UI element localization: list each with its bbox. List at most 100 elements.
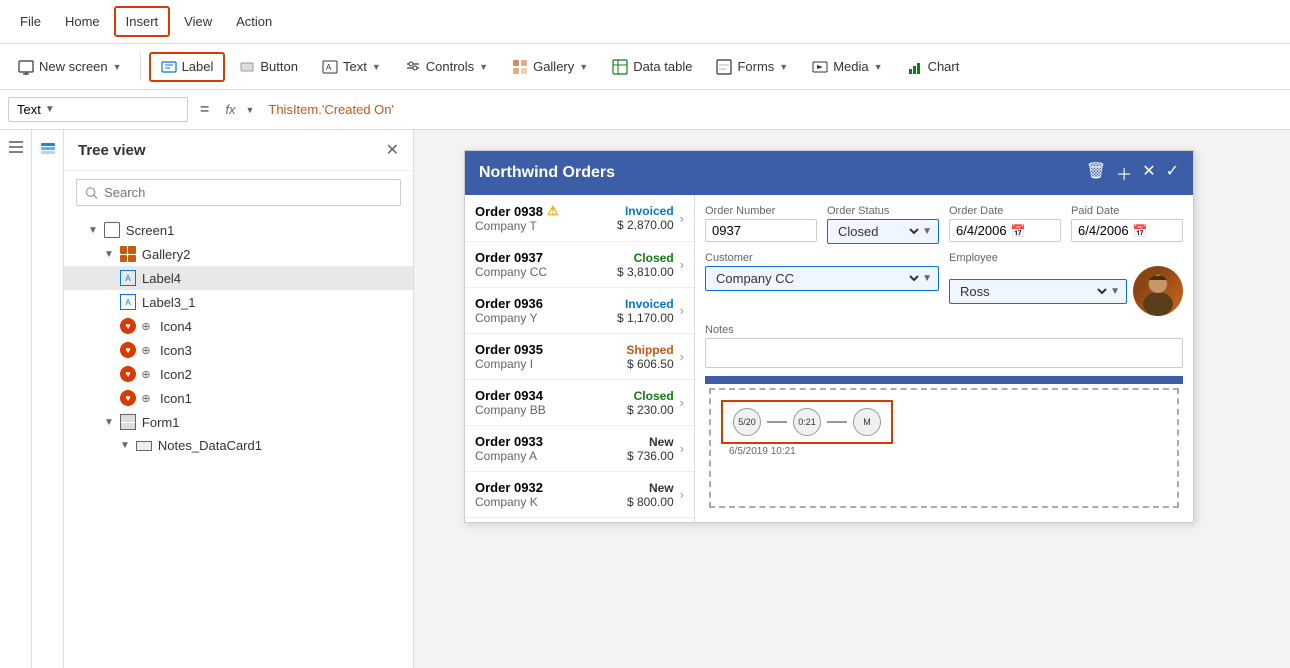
icon4-label: Icon4 xyxy=(160,319,192,334)
tree-item-label4[interactable]: A Label4 xyxy=(64,266,413,290)
tree-item-icon3[interactable]: ♥ ⊕ Icon3 xyxy=(64,338,413,362)
customer-select[interactable]: Company CC xyxy=(712,270,922,287)
button-tool-button[interactable]: Button xyxy=(229,54,308,80)
gallery-item-0934-order: Order 0934 xyxy=(475,388,627,403)
notes-datacard1-chevron: ▼ xyxy=(120,440,130,451)
formula-dropdown-label: Text xyxy=(17,102,41,117)
icon4-badge: ♥ xyxy=(120,318,136,334)
paid-date-value[interactable]: 6/4/2006 📅 xyxy=(1071,219,1183,242)
warning-icon-0938: ⚠ xyxy=(547,203,559,219)
gallery-item-0937-status: Closed xyxy=(617,251,674,265)
icon4-move: ⊕ xyxy=(138,318,154,334)
menu-file[interactable]: File xyxy=(10,8,51,35)
employee-select[interactable]: Ross xyxy=(956,283,1110,300)
layers-icon[interactable] xyxy=(39,138,57,159)
toolbar: New screen ▼ Label Button A Text ▼ xyxy=(0,44,1290,90)
icon3-badge: ♥ xyxy=(120,342,136,358)
notes-input[interactable] xyxy=(705,338,1183,368)
order-status-label: Order Status xyxy=(827,205,939,217)
icon1-label: Icon1 xyxy=(160,391,192,406)
formula-dropdown[interactable]: Text ▼ xyxy=(8,97,188,122)
gallery-item-0937-left: Order 0937 Company CC xyxy=(475,250,617,279)
gallery-chevron: ▼ xyxy=(579,62,588,72)
canvas-area: Northwind Orders 🗑 ＋ ✕ ✓ Order 09 xyxy=(414,130,1290,668)
new-screen-chevron: ▼ xyxy=(113,62,122,72)
customer-chevron: ▼ xyxy=(922,273,932,284)
menu-home[interactable]: Home xyxy=(55,8,110,35)
chart-button[interactable]: Chart xyxy=(897,54,970,80)
gallery-item-0936[interactable]: Order 0936 Company Y Invoiced $ 1,170.00… xyxy=(465,288,694,334)
tree-search-container xyxy=(76,179,401,206)
plus-icon[interactable]: ＋ xyxy=(1116,161,1132,185)
timeline-node-2: 0:21 xyxy=(793,408,821,436)
timeline-connector-1 xyxy=(767,421,787,423)
sidebar-toggle[interactable] xyxy=(0,130,32,668)
tree-item-icon4[interactable]: ♥ ⊕ Icon4 xyxy=(64,314,413,338)
data-table-label: Data table xyxy=(633,59,692,74)
formula-content[interactable]: ThisItem.'Created On' xyxy=(260,98,1282,121)
tree-item-icon2[interactable]: ♥ ⊕ Icon2 xyxy=(64,362,413,386)
gallery-item-0932-left: Order 0932 Company K xyxy=(475,480,627,509)
screen1-chevron: ▼ xyxy=(88,225,98,236)
label3-1-icon: A xyxy=(120,294,136,310)
gallery-arrow-0936: › xyxy=(680,303,684,318)
customer-select-wrapper[interactable]: Company CC ▼ xyxy=(705,266,939,291)
new-screen-button[interactable]: New screen ▼ xyxy=(8,54,132,80)
trash-icon[interactable]: 🗑 xyxy=(1086,161,1106,185)
media-icon xyxy=(812,59,828,75)
gallery-arrow-0932: › xyxy=(680,487,684,502)
menu-insert[interactable]: Insert xyxy=(114,6,171,37)
text-tool-button[interactable]: A Text ▼ xyxy=(312,54,391,80)
data-table-button[interactable]: Data table xyxy=(602,54,702,80)
gallery-item-0934-status: Closed xyxy=(627,389,674,403)
tree-item-gallery2[interactable]: ▼ Gallery2 xyxy=(64,242,413,266)
employee-avatar xyxy=(1133,266,1183,316)
close-icon[interactable]: ✕ xyxy=(1142,161,1155,185)
label-button[interactable]: Label xyxy=(149,52,226,82)
gallery-item-0933-right: New $ 736.00 xyxy=(627,435,674,463)
svg-text:A: A xyxy=(326,63,332,72)
gallery-item-0935[interactable]: Order 0935 Company I Shipped $ 606.50 › xyxy=(465,334,694,380)
data-table-icon xyxy=(612,59,628,75)
menu-action[interactable]: Action xyxy=(226,8,282,35)
gallery-item-0937-company: Company CC xyxy=(475,265,617,279)
gallery-item-0935-company: Company I xyxy=(475,357,626,371)
timeline-selected-box: 5/20 0:21 M xyxy=(721,400,893,444)
forms-button[interactable]: Forms ▼ xyxy=(706,54,798,80)
menu-view[interactable]: View xyxy=(174,8,222,35)
tree-item-label3-1[interactable]: A Label3_1 xyxy=(64,290,413,314)
employee-select-wrapper[interactable]: Ross ▼ xyxy=(949,279,1127,304)
check-icon[interactable]: ✓ xyxy=(1166,161,1179,185)
gallery-button[interactable]: Gallery ▼ xyxy=(502,54,598,80)
gallery2-label: Gallery2 xyxy=(142,247,190,262)
controls-icon xyxy=(405,59,421,75)
tree-close-button[interactable]: ✕ xyxy=(386,140,399,160)
search-input[interactable] xyxy=(104,185,392,200)
timeline-node-1: 5/20 xyxy=(733,408,761,436)
order-number-value: 0937 xyxy=(705,219,817,242)
gallery-list: Order 0938 ⚠ Company T Invoiced $ 2,870.… xyxy=(465,195,695,522)
tree-item-screen1[interactable]: ▼ Screen1 xyxy=(64,218,413,242)
notes-field: Notes xyxy=(705,324,1183,368)
tree-item-notes-datacard1[interactable]: ▼ Notes_DataCard1 xyxy=(64,434,413,457)
forms-chevron: ▼ xyxy=(779,62,788,72)
gallery-arrow-0933: › xyxy=(680,441,684,456)
gallery-item-0938[interactable]: Order 0938 ⚠ Company T Invoiced $ 2,870.… xyxy=(465,195,694,242)
icon2-icons: ♥ ⊕ xyxy=(120,366,154,382)
gallery-item-0933[interactable]: Order 0933 Company A New $ 736.00 › xyxy=(465,426,694,472)
gallery-item-0937[interactable]: Order 0937 Company CC Closed $ 3,810.00 … xyxy=(465,242,694,288)
order-status-chevron: ▼ xyxy=(922,226,932,237)
order-status-select[interactable]: Closed xyxy=(834,223,922,240)
detail-row-2: Customer Company CC ▼ Employee xyxy=(705,252,1183,316)
controls-button[interactable]: Controls ▼ xyxy=(395,54,498,80)
media-button[interactable]: Media ▼ xyxy=(802,54,892,80)
order-status-select-wrapper[interactable]: Closed ▼ xyxy=(827,219,939,244)
order-date-value[interactable]: 6/4/2006 📅 xyxy=(949,219,1061,242)
gallery-arrow-0938: › xyxy=(680,211,684,226)
tree-item-icon1[interactable]: ♥ ⊕ Icon1 xyxy=(64,386,413,410)
tree-item-form1[interactable]: ▼ Form1 xyxy=(64,410,413,434)
formula-fx-label: fx xyxy=(221,102,239,117)
gallery-item-0934[interactable]: Order 0934 Company BB Closed $ 230.00 › xyxy=(465,380,694,426)
gallery-item-0932[interactable]: Order 0932 Company K New $ 800.00 › xyxy=(465,472,694,518)
gallery-item-0932-order: Order 0932 xyxy=(475,480,627,495)
